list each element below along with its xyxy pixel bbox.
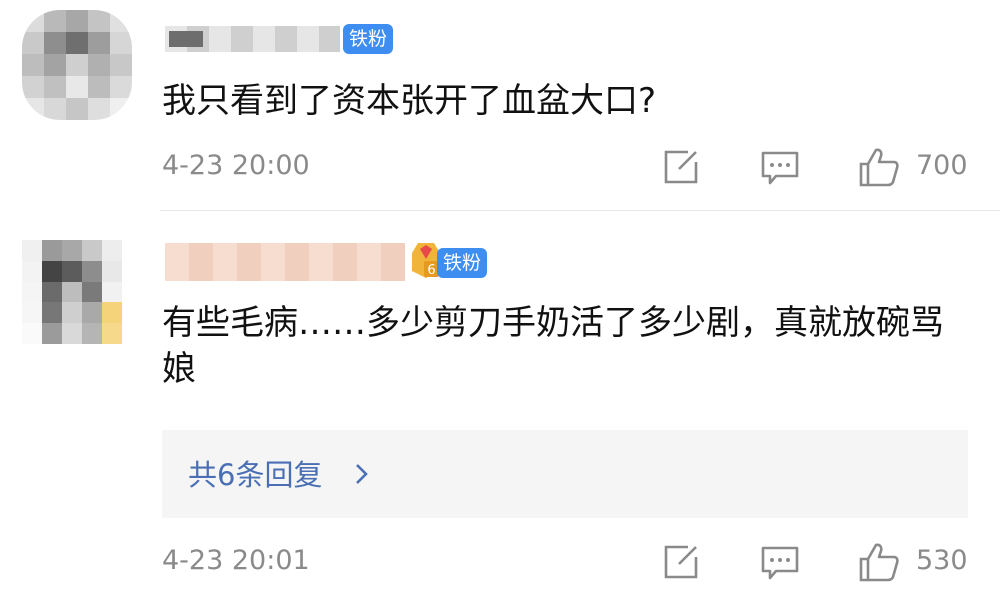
username[interactable] [165,243,405,281]
like-count: 530 [916,545,968,576]
timestamp: 4-23 20:01 [162,545,310,576]
comment-text: 有些毛病……多少剪刀手奶活了多少剧，真就放碗骂娘 [162,303,944,389]
level-number: 6 [427,263,435,278]
comment-icon[interactable] [760,545,800,581]
share-icon[interactable] [662,543,700,581]
comment-item: 6 铁粉 有些毛病……多少剪刀手奶活了多少剧，真就放碗骂娘 共6条回复 4-23… [0,0,1000,594]
view-replies-link[interactable]: 共6条回复 [188,452,322,494]
like-icon[interactable] [858,541,900,583]
chevron-right-icon [356,464,368,484]
fan-badge: 铁粉 [437,248,488,278]
replies-panel[interactable]: 共6条回复 [162,430,968,518]
avatar[interactable] [22,240,122,344]
